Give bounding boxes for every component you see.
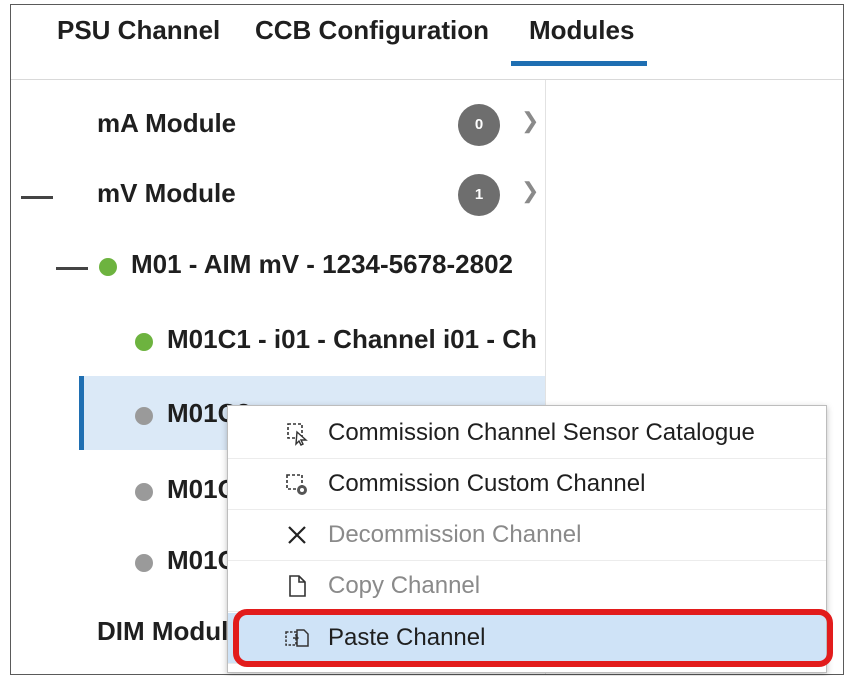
document-icon	[289, 575, 306, 597]
menu-item-label: Commission Custom Channel	[328, 470, 646, 497]
menu-item-label: Commission Channel Sensor Catalogue	[328, 419, 755, 446]
tree-item-module-m01[interactable]: M01 - AIM mV - 1234-5678-2802	[11, 231, 545, 301]
tab-bar: PSU Channel CCB Configuration Modules	[11, 5, 843, 80]
tree-item-label: M01C1 - i01 - Channel i01 - Ch	[167, 324, 537, 354]
count-badge: 1	[458, 174, 500, 216]
menu-item-paste-channel[interactable]: Paste Channel	[228, 613, 826, 664]
count-badge: 0	[458, 104, 500, 146]
active-tab-indicator	[511, 61, 647, 66]
menu-item-label: Decommission Channel	[328, 521, 582, 548]
tree-item-label: M01C	[167, 545, 237, 575]
tree-item-label: M01 - AIM mV - 1234-5678-2802	[131, 249, 514, 279]
status-dot-green	[135, 333, 153, 351]
status-dot-green	[99, 258, 117, 276]
custom-channel-icon	[286, 474, 307, 495]
sensor-catalogue-icon	[287, 423, 308, 446]
tree-item-label: M01C	[167, 474, 237, 504]
menu-item-label: Paste Channel	[328, 624, 486, 651]
paste-icon	[285, 629, 309, 647]
status-dot-gray	[135, 554, 153, 572]
tree-item-channel-m01c1[interactable]: M01C1 - i01 - Channel i01 - Ch	[11, 306, 545, 376]
tree-item-label: mA Module	[97, 108, 237, 138]
menu-item-decommission-channel[interactable]: Decommission Channel	[228, 510, 826, 561]
chevron-right-icon[interactable]: ❯	[521, 108, 539, 134]
menu-item-label: Copy Channel	[328, 572, 481, 599]
tree-item-ma-module[interactable]: mA Module 0 ❯	[11, 90, 545, 160]
tree-item-label: DIM Module	[97, 616, 243, 646]
status-dot-gray	[135, 407, 153, 425]
menu-item-copy-channel[interactable]: Copy Channel	[228, 561, 826, 612]
tab-ccb-configuration[interactable]: CCB Configuration	[255, 15, 489, 46]
tree-item-label: mV Module	[97, 178, 236, 208]
menu-item-commission-sensor-catalogue[interactable]: Commission Channel Sensor Catalogue	[228, 408, 826, 459]
selection-indicator	[79, 376, 84, 450]
status-dot-gray	[135, 483, 153, 501]
collapse-icon[interactable]	[56, 267, 88, 270]
tab-modules[interactable]: Modules	[529, 15, 634, 46]
tab-psu-channel[interactable]: PSU Channel	[57, 15, 220, 46]
tree-item-mv-module[interactable]: mV Module 1 ❯	[11, 160, 545, 230]
context-menu: Commission Channel Sensor Catalogue Comm…	[227, 405, 827, 673]
collapse-icon[interactable]	[21, 196, 53, 199]
close-icon	[288, 526, 306, 544]
menu-item-commission-custom-channel[interactable]: Commission Custom Channel	[228, 459, 826, 510]
chevron-right-icon[interactable]: ❯	[521, 178, 539, 204]
